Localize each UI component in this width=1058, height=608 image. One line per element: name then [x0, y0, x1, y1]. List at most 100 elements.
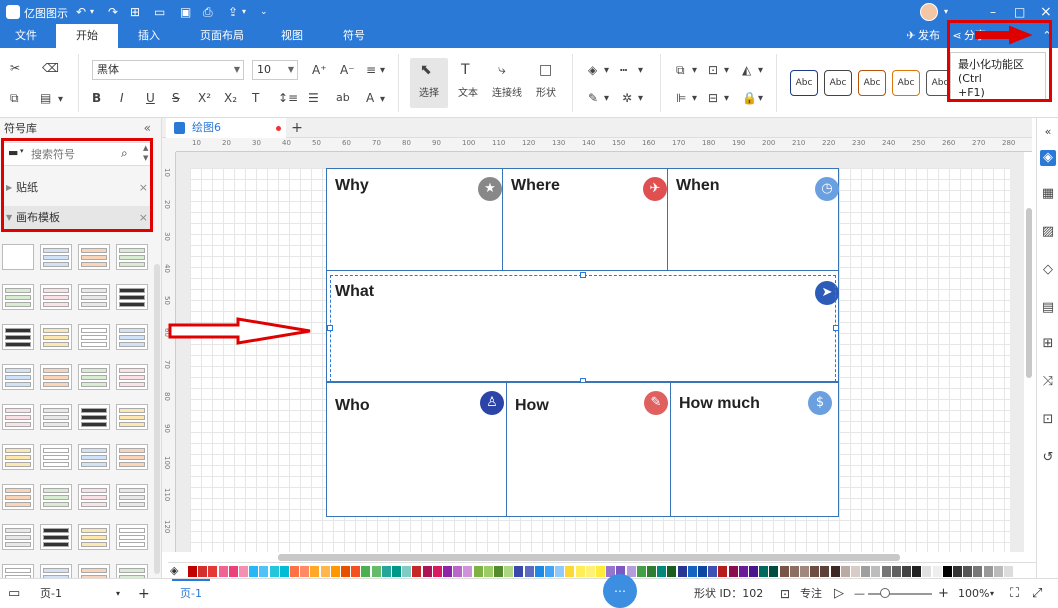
publish-icon[interactable]: ✈	[904, 24, 918, 48]
align-icon[interactable]: ≡	[366, 62, 376, 78]
user-avatar[interactable]	[920, 3, 938, 21]
color-swatch[interactable]	[1014, 566, 1024, 577]
color-swatch[interactable]	[718, 566, 728, 577]
color-swatch[interactable]	[677, 566, 687, 577]
focus-mode-button[interactable]: 专注	[800, 579, 822, 608]
color-swatch[interactable]	[188, 566, 197, 577]
zoom-slider[interactable]	[868, 593, 932, 595]
resize-handle-right[interactable]	[833, 325, 839, 331]
canvas-vertical-scrollbar[interactable]	[1026, 208, 1032, 378]
template-thumbnail[interactable]	[2, 444, 34, 470]
template-thumbnail[interactable]	[116, 244, 148, 270]
paste-icon[interactable]: ▤	[40, 90, 51, 106]
text-tool-icon[interactable]: T	[461, 62, 470, 78]
shuffle-icon[interactable]: ⤨	[1040, 374, 1056, 390]
resize-handle-left[interactable]	[327, 325, 333, 331]
strikethrough-icon[interactable]: S	[172, 90, 180, 106]
share-button[interactable]: 分享	[964, 24, 988, 48]
italic-icon[interactable]: I	[120, 90, 124, 106]
bold-icon[interactable]: B	[92, 90, 101, 106]
template-thumbnail[interactable]	[78, 284, 110, 310]
paint-bucket-icon[interactable]: ◈	[170, 564, 178, 577]
template-thumbnail[interactable]	[40, 324, 72, 350]
connector-icon[interactable]: ⤷	[498, 62, 506, 78]
color-swatch[interactable]	[494, 566, 503, 577]
redo-icon[interactable]: ↷	[108, 4, 118, 20]
color-swatch[interactable]	[392, 566, 401, 577]
color-swatch[interactable]	[330, 566, 340, 577]
zoom-dropdown-icon[interactable]: ▾	[990, 579, 994, 608]
undo-dropdown-icon[interactable]: ▾	[90, 4, 94, 20]
font-color-dropdown-icon[interactable]: ▾	[380, 92, 385, 108]
page-tab[interactable]: 页-1	[180, 579, 202, 608]
color-swatch[interactable]	[381, 566, 391, 577]
diagram-cell-when[interactable]: When ◷	[667, 168, 839, 271]
menu-tab-file[interactable]: 文件	[0, 24, 52, 48]
color-swatch[interactable]	[534, 566, 544, 577]
template-thumbnail[interactable]	[78, 324, 110, 350]
color-swatch[interactable]	[840, 566, 850, 577]
menu-tab-home[interactable]: 开始	[56, 24, 118, 48]
color-swatch[interactable]	[361, 566, 371, 577]
color-swatch[interactable]	[351, 566, 361, 577]
color-swatch[interactable]	[208, 566, 218, 577]
increase-font-icon[interactable]: A⁺	[312, 62, 327, 78]
group-icon[interactable]: ⊡	[708, 62, 718, 78]
color-swatch[interactable]	[667, 566, 677, 577]
color-swatch[interactable]	[698, 566, 707, 577]
color-swatch[interactable]	[647, 566, 656, 577]
template-thumbnail[interactable]	[78, 244, 110, 270]
add-page-icon[interactable]: +	[138, 579, 150, 608]
template-thumbnail[interactable]	[116, 524, 148, 550]
template-thumbnail[interactable]	[2, 324, 34, 350]
diagram-cell-where[interactable]: Where ✈	[502, 168, 668, 271]
template-thumbnail[interactable]	[116, 284, 148, 310]
font-color-icon[interactable]: A	[366, 90, 374, 106]
arrange-icon[interactable]: ⧉	[676, 62, 685, 78]
color-swatch[interactable]	[636, 566, 646, 577]
color-swatch[interactable]	[779, 566, 789, 577]
align-dropdown-icon[interactable]: ▾	[380, 63, 385, 79]
template-thumbnail[interactable]	[40, 524, 72, 550]
canvas-horizontal-scrollbar[interactable]	[278, 554, 900, 561]
bullet-list-icon[interactable]: ☰	[308, 90, 319, 106]
style-preset-1[interactable]: Abc	[790, 70, 818, 96]
export-dropdown-icon[interactable]: ▾	[242, 4, 246, 20]
color-swatch[interactable]	[942, 566, 952, 577]
color-swatch[interactable]	[820, 566, 830, 577]
fit-page-icon[interactable]: ⛶	[1010, 579, 1019, 608]
template-thumbnail[interactable]	[2, 404, 34, 430]
expand-panel-icon[interactable]: «	[1040, 124, 1056, 140]
new-file-icon[interactable]: ⊞	[130, 4, 140, 20]
select-tool-button[interactable]: 选择	[419, 86, 439, 102]
color-swatch[interactable]	[320, 566, 330, 577]
align-shapes-icon[interactable]: ⊫	[676, 90, 686, 106]
color-swatch[interactable]	[290, 566, 299, 577]
zoom-in-icon[interactable]: +	[938, 579, 949, 608]
color-swatch[interactable]	[504, 566, 514, 577]
lock-dropdown-icon[interactable]: ▾	[758, 91, 763, 107]
color-swatch[interactable]	[228, 566, 238, 577]
template-thumbnail[interactable]	[78, 404, 110, 430]
style-preset-3[interactable]: Abc	[858, 70, 886, 96]
style-preset-2[interactable]: Abc	[824, 70, 852, 96]
color-swatch[interactable]	[861, 566, 871, 577]
color-swatch[interactable]	[932, 566, 942, 577]
document-tab[interactable]: 绘图6	[166, 118, 286, 138]
color-swatch[interactable]	[596, 566, 605, 577]
color-swatch[interactable]	[198, 566, 208, 577]
menu-tab-view[interactable]: 视图	[268, 24, 316, 48]
color-swatch[interactable]	[810, 566, 820, 577]
color-swatch[interactable]	[953, 566, 962, 577]
play-icon[interactable]: ▷	[834, 579, 844, 608]
layers-icon[interactable]: ◇	[1040, 262, 1056, 278]
library-menu-dropdown-icon[interactable]: ▾	[20, 147, 24, 155]
line-color-dropdown-icon[interactable]: ▾	[604, 91, 609, 107]
color-swatch[interactable]	[912, 566, 922, 577]
grid-icon[interactable]: ▦	[1040, 186, 1056, 202]
undo-icon[interactable]: ↶	[76, 4, 86, 20]
library-item-canvas-templates[interactable]: ▼ 画布模板 ×	[2, 206, 152, 230]
menu-tab-symbol[interactable]: 符号	[330, 24, 378, 48]
collapse-panel-icon[interactable]: «	[144, 121, 151, 135]
diagram-cell-who[interactable]: Who ♙	[326, 382, 507, 517]
